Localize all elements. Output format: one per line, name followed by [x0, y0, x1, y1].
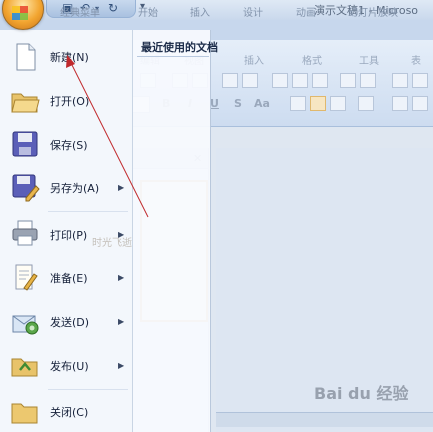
menu-label-save-as: 另存为(A): [50, 182, 100, 195]
undo-ribbon-icon[interactable]: [392, 73, 408, 88]
justify-icon[interactable]: [358, 96, 374, 111]
align-center-icon[interactable]: [310, 96, 326, 111]
tab-slideshow[interactable]: 幻灯片放映: [348, 4, 398, 19]
menu-separator: [48, 389, 128, 390]
cut-icon[interactable]: [272, 73, 288, 88]
spelling-icon[interactable]: [222, 73, 238, 88]
printer-icon: [12, 220, 38, 246]
underline-icon[interactable]: U: [210, 97, 219, 110]
menu-separator: [48, 211, 128, 212]
paste-icon[interactable]: [292, 73, 308, 88]
redo-ribbon-icon[interactable]: [412, 73, 428, 88]
bullets-icon[interactable]: [412, 96, 428, 111]
shadow-icon[interactable]: S: [234, 97, 242, 110]
menu-label-new: 新建(N): [50, 51, 89, 64]
menu-label-print: 打印(P): [50, 229, 88, 242]
change-case-icon[interactable]: Aa: [254, 97, 270, 110]
save-disk-icon: [12, 131, 38, 157]
save-as-icon: [12, 174, 40, 202]
tab-design[interactable]: 设计: [243, 4, 263, 19]
send-icon: [12, 315, 39, 335]
format-painter-icon[interactable]: [312, 73, 328, 88]
menu-label-send: 发送(D): [50, 316, 90, 329]
submenu-arrow-icon: ▶: [118, 361, 125, 370]
faint-slide-text: 时光飞逝: [92, 238, 132, 249]
watermark-baidu-jingyan: Bai du 经验: [314, 384, 409, 403]
menu-label-publish: 发布(U): [50, 360, 89, 373]
ribbon-group-insert[interactable]: 插入: [244, 52, 264, 67]
menu-label-prepare: 准备(E): [50, 272, 88, 285]
ribbon-group-table[interactable]: 表: [411, 52, 421, 67]
recent-documents-divider: [137, 56, 209, 57]
research-icon[interactable]: [242, 73, 258, 88]
menu-label-close: 关闭(C): [50, 406, 89, 419]
submenu-arrow-icon: ▶: [118, 273, 125, 282]
redo-icon[interactable]: ↻: [108, 1, 118, 15]
submenu-arrow-icon: ▶: [118, 317, 125, 326]
tab-classic-menu[interactable]: 经典菜单: [60, 4, 100, 19]
tab-insert[interactable]: 插入: [190, 4, 210, 19]
brush-icon[interactable]: [340, 73, 356, 88]
office-logo-icon: [12, 6, 28, 20]
new-document-icon: [16, 43, 36, 71]
tab-home[interactable]: 开始: [138, 4, 158, 19]
eraser-icon[interactable]: [360, 73, 376, 88]
align-left-icon[interactable]: [290, 96, 306, 111]
menu-label-open: 打开(O): [50, 95, 90, 108]
prepare-document-icon: [15, 264, 38, 291]
close-folder-icon: [11, 403, 38, 424]
submenu-arrow-icon: ▶: [118, 183, 125, 192]
line-spacing-icon[interactable]: [392, 96, 408, 111]
publish-icon: [11, 358, 38, 377]
open-folder-icon: [11, 93, 40, 113]
tab-animation[interactable]: 动画: [296, 4, 316, 19]
recent-documents-heading: 最近使用的文档: [141, 41, 218, 54]
ribbon-group-tools[interactable]: 工具: [359, 52, 379, 67]
align-right-icon[interactable]: [330, 96, 346, 111]
menu-label-save: 保存(S): [50, 139, 88, 152]
ribbon-group-format[interactable]: 格式: [302, 52, 322, 67]
horizontal-scrollbar[interactable]: [216, 412, 433, 427]
